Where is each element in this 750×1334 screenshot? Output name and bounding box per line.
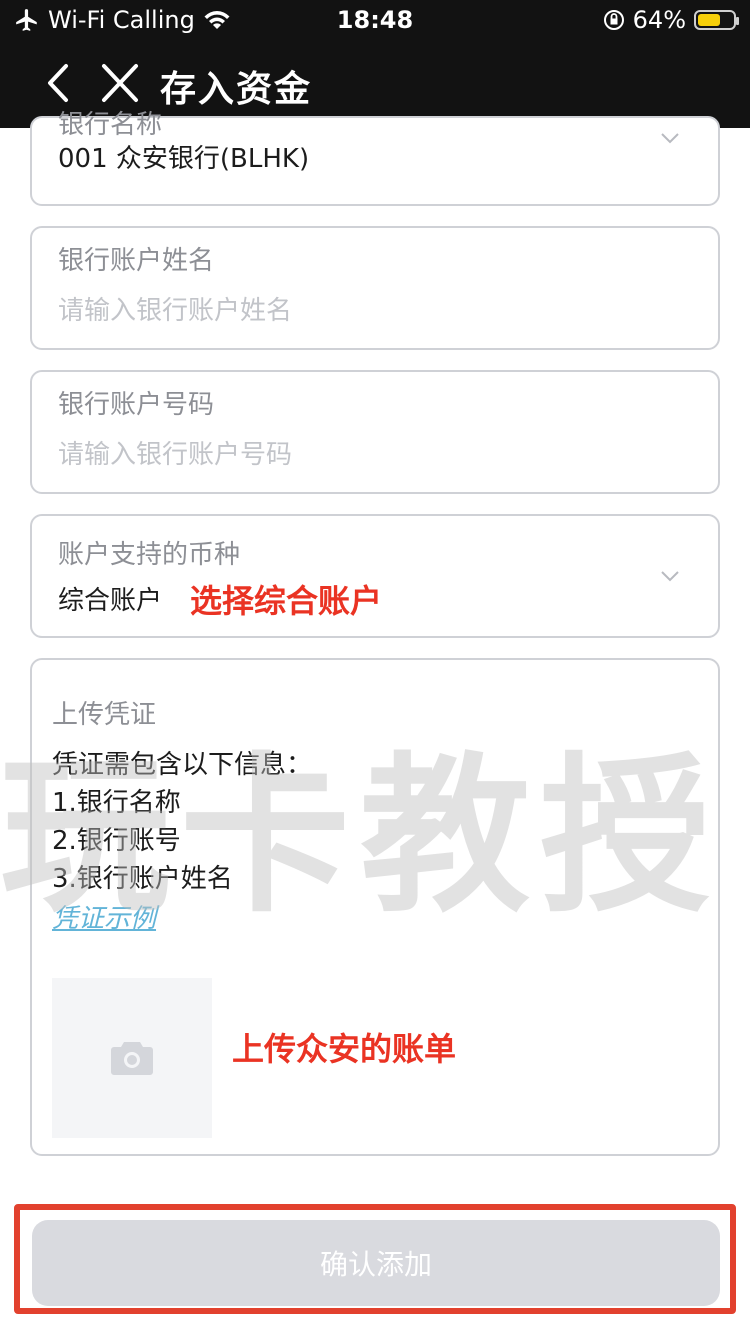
voucher-example-link[interactable]: 凭证示例 [52,898,156,935]
currency-value: 综合账户 [58,586,163,616]
account-number-input[interactable]: 请输入银行账户号码 [58,434,292,471]
currency-select-field[interactable]: 账户支持的币种 综合账户 选择综合账户 [30,514,720,638]
account-number-label: 银行账户号码 [58,390,215,420]
requirement-line: 3.银行账户姓名 [52,864,233,894]
battery-fill [698,14,720,26]
bank-select-field[interactable]: 银行名称 001 众安银行(BLHK) [30,110,720,206]
form-content: 银行名称 001 众安银行(BLHK) 银行账户姓名 请输入银行账户姓名 银行账… [0,110,750,1334]
upload-photo-button[interactable] [52,978,212,1138]
upload-label: 上传凭证 [52,700,157,730]
chevron-left-icon[interactable] [40,58,80,108]
requirement-line: 1.银行名称 [52,788,181,818]
upload-requirements: 凭证需包含以下信息： 1.银行名称 2.银行账号 3.银行账户姓名 [52,746,312,898]
chevron-down-icon [661,571,679,582]
requirement-line: 凭证需包含以下信息： [52,750,313,780]
requirement-line: 2.银行账号 [52,826,181,856]
upload-voucher-field: 上传凭证 凭证需包含以下信息： 1.银行名称 2.银行账号 3.银行账户姓名 凭… [30,658,720,1156]
highlight-box: 确认添加 [14,1204,736,1314]
upload-annotation: 上传众安的账单 [232,1030,457,1068]
orientation-lock-icon [603,10,624,30]
battery-percent: 64% [632,6,686,34]
chevron-down-icon [661,133,679,144]
account-name-label: 银行账户姓名 [58,246,215,276]
account-name-field[interactable]: 银行账户姓名 请输入银行账户姓名 [30,226,720,350]
battery-icon [694,10,739,30]
status-right: 64% [603,6,739,34]
currency-annotation: 选择综合账户 [190,582,383,620]
page-title: 存入资金 [160,69,313,110]
camera-icon [111,1042,153,1075]
account-number-field[interactable]: 银行账户号码 请输入银行账户号码 [30,370,720,494]
account-name-input[interactable]: 请输入银行账户姓名 [58,290,292,327]
close-icon[interactable] [98,58,142,108]
bank-select-label: 银行名称 [58,110,163,140]
status-bar: Wi-Fi Calling 18:48 64% [0,0,750,40]
bank-select-value: 001 众安银行(BLHK) [58,144,310,174]
confirm-add-button[interactable]: 确认添加 [32,1220,720,1306]
currency-label: 账户支持的币种 [58,540,241,570]
